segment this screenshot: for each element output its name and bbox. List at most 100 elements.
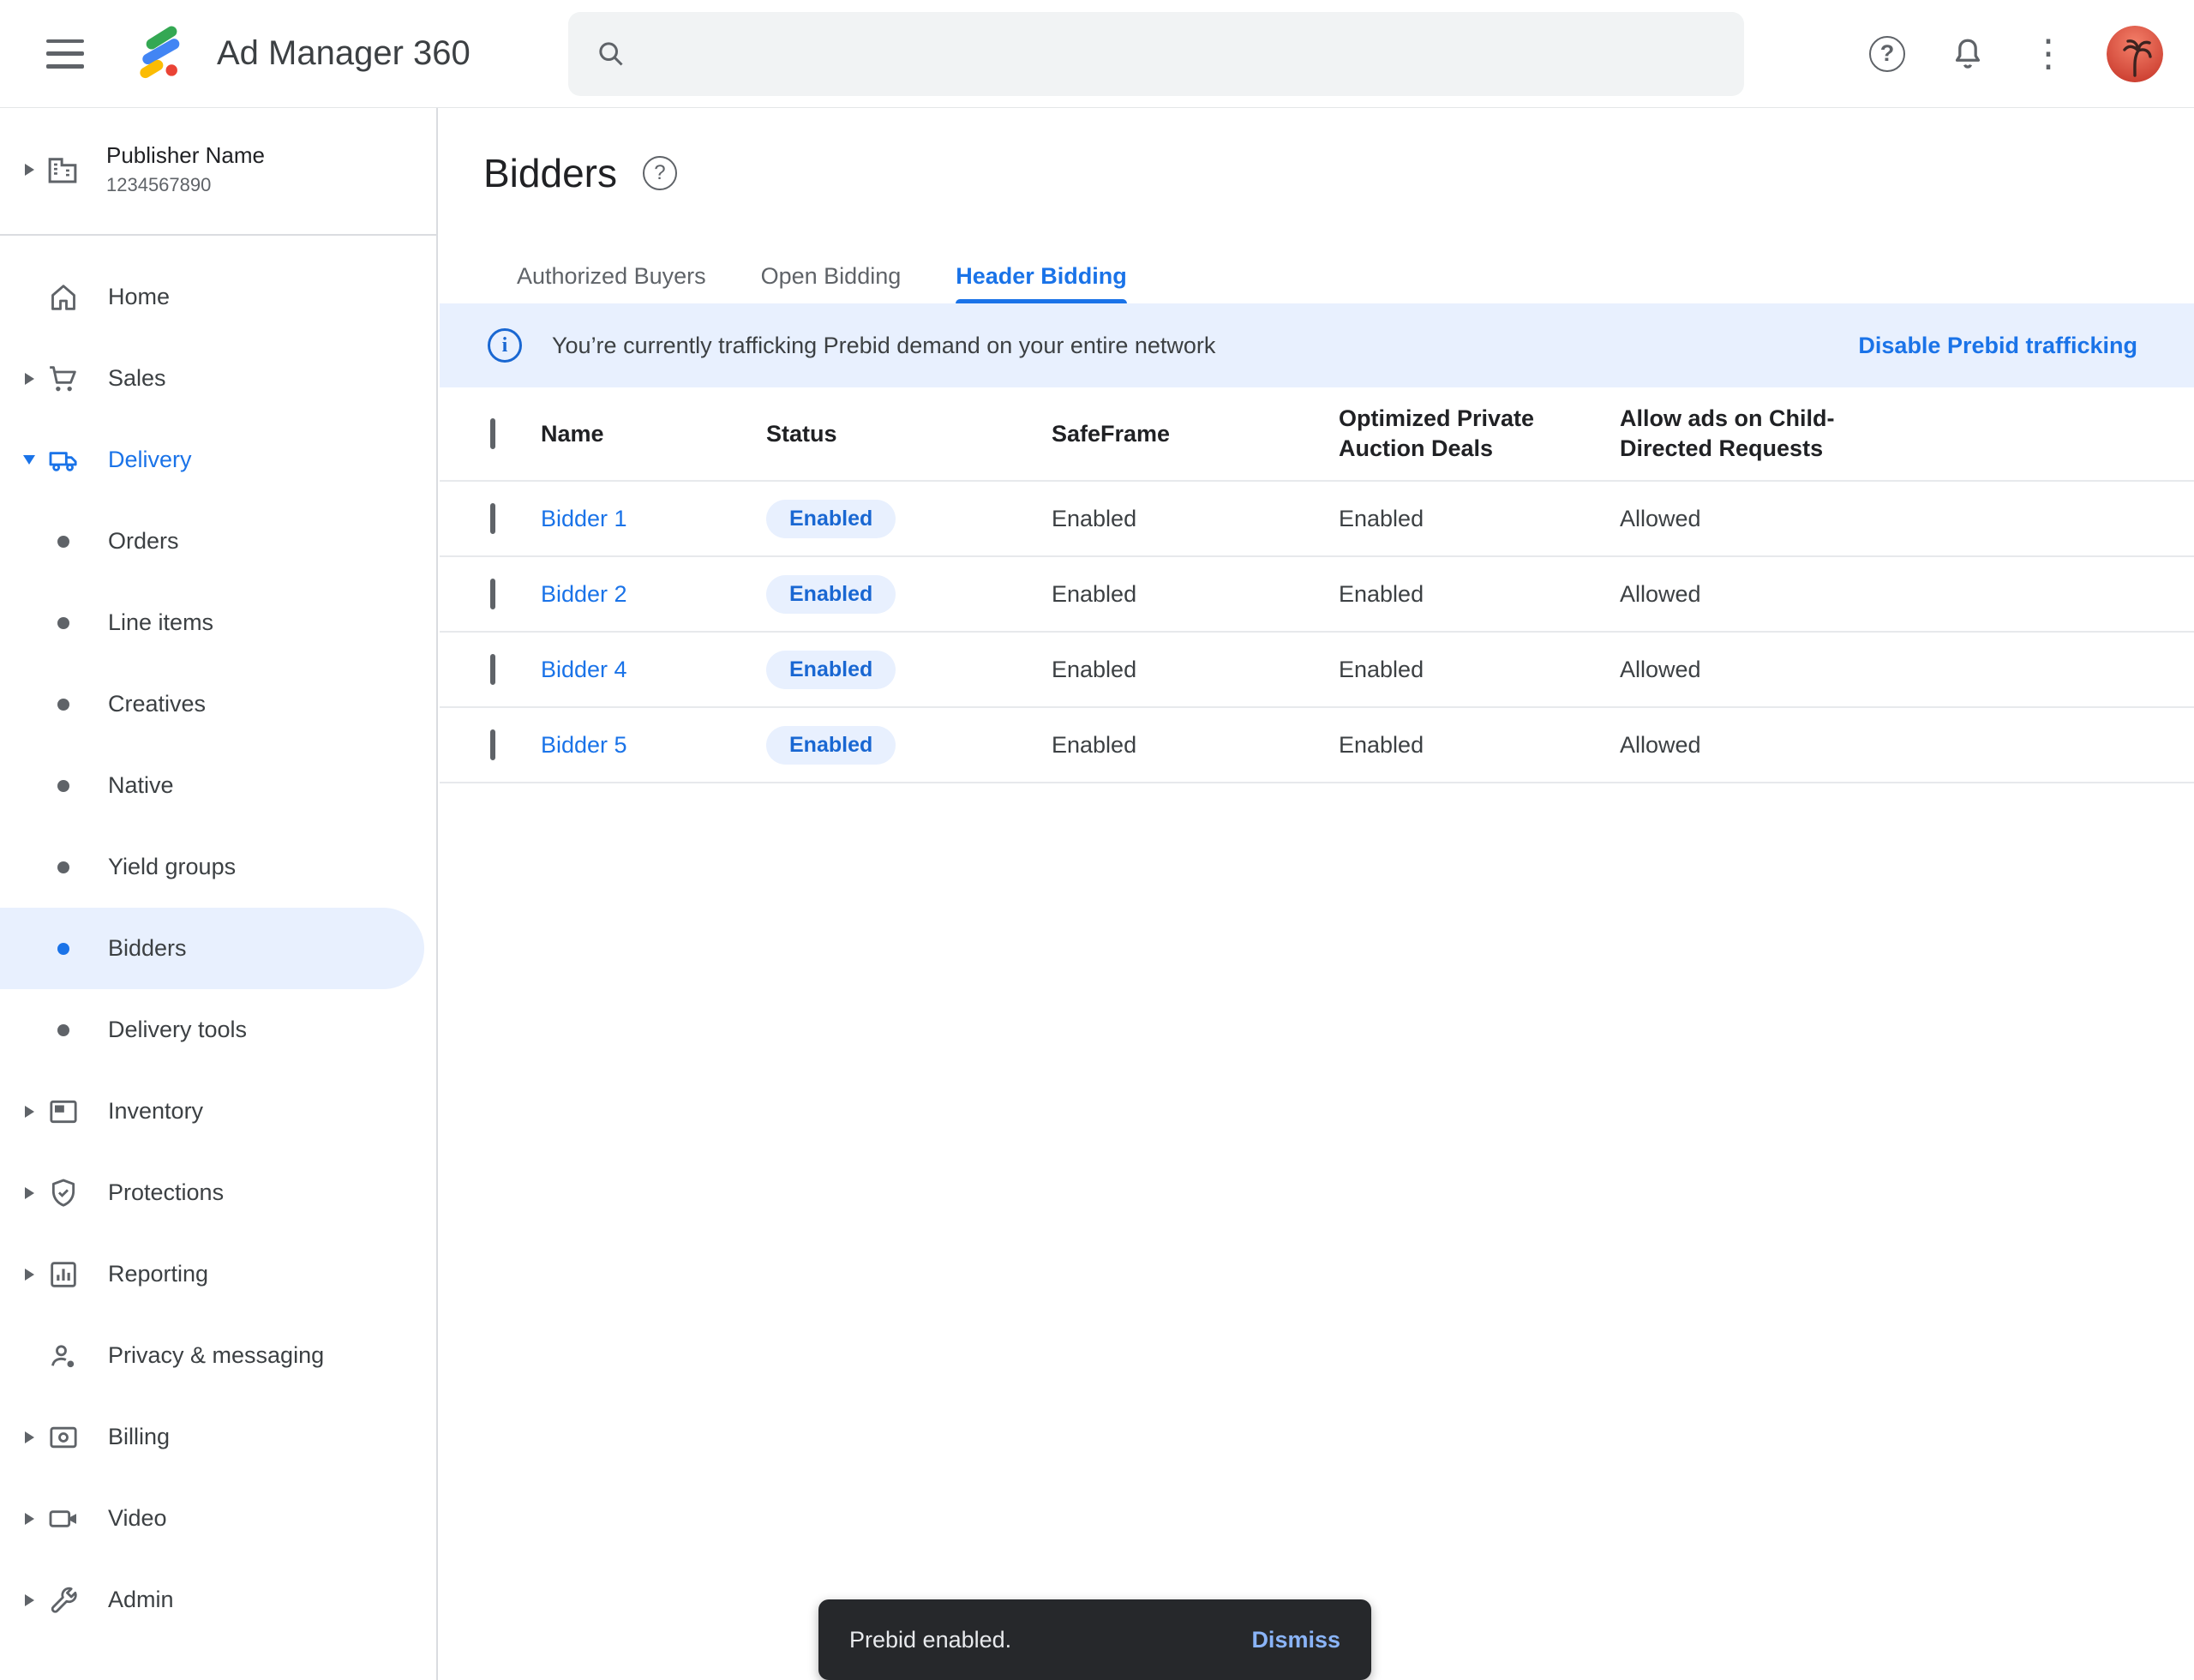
top-app-bar: Ad Manager 360 ? ⋮ [0, 0, 2194, 108]
sidebar: Publisher Name 1234567890 Home Sales [0, 108, 438, 1680]
topbar-actions: ? ⋮ [1865, 26, 2163, 82]
search-input[interactable] [649, 39, 1718, 69]
bidder-link[interactable]: Bidder 5 [541, 732, 766, 759]
publisher-id: 1234567890 [106, 174, 265, 196]
sidebar-item-native[interactable]: Native [0, 745, 436, 826]
person-badge-icon [46, 1339, 81, 1373]
status-badge: Enabled [766, 500, 896, 538]
col-opad: Optimized Private Auction Deals [1339, 404, 1604, 464]
sidebar-item-delivery[interactable]: Delivery [0, 419, 436, 501]
sidebar-item-privacy-messaging[interactable]: Privacy & messaging [0, 1315, 436, 1396]
safeframe-value: Enabled [1052, 506, 1339, 532]
ad-unit-icon [46, 1095, 81, 1129]
table-header-row: Name Status SafeFrame Optimized Private … [440, 387, 2194, 482]
nav-label: Bidders [108, 935, 187, 962]
safeframe-value: Enabled [1052, 732, 1339, 759]
help-button[interactable]: ? [1865, 32, 1909, 76]
prebid-info-banner: i You’re currently trafficking Prebid de… [440, 303, 2194, 387]
app-title: Ad Manager 360 [217, 34, 471, 73]
sidebar-item-protections[interactable]: Protections [0, 1152, 436, 1233]
nav-label: Home [108, 284, 170, 310]
sidebar-item-orders[interactable]: Orders [0, 501, 436, 582]
col-name: Name [541, 421, 766, 447]
info-icon: i [488, 328, 522, 363]
truck-icon [46, 443, 81, 477]
home-icon [46, 280, 81, 315]
nav-label: Native [108, 772, 174, 799]
opad-value: Enabled [1339, 506, 1620, 532]
sidebar-item-bidders[interactable]: Bidders [0, 908, 424, 989]
row-checkbox[interactable] [490, 503, 495, 534]
payment-icon [46, 1420, 81, 1455]
tab-authorized-buyers[interactable]: Authorized Buyers [517, 249, 706, 303]
bullet-icon [57, 617, 69, 629]
status-badge: Enabled [766, 575, 896, 614]
opad-value: Enabled [1339, 657, 1620, 683]
bullet-icon [57, 1024, 69, 1036]
tab-header-bidding[interactable]: Header Bidding [956, 249, 1127, 303]
avatar-image [2107, 26, 2163, 82]
bullet-icon [57, 861, 69, 873]
sidebar-item-yield-groups[interactable]: Yield groups [0, 826, 436, 908]
nav-label: Billing [108, 1424, 170, 1450]
row-checkbox[interactable] [490, 579, 495, 609]
safeframe-value: Enabled [1052, 657, 1339, 683]
col-child-directed: Allow ads on Child-Directed Requests [1620, 404, 1885, 464]
table-row: Bidder 4 Enabled Enabled Enabled Allowed [440, 633, 2194, 708]
sidebar-item-billing[interactable]: Billing [0, 1396, 436, 1478]
sidebar-nav: Home Sales Delivery [0, 236, 436, 1641]
sidebar-item-video[interactable]: Video [0, 1478, 436, 1559]
nav-label: Line items [108, 609, 213, 636]
publisher-switcher[interactable]: Publisher Name 1234567890 [0, 108, 436, 236]
search-icon [594, 37, 628, 71]
sidebar-item-creatives[interactable]: Creatives [0, 663, 436, 745]
bidder-link[interactable]: Bidder 2 [541, 581, 766, 608]
sidebar-item-reporting[interactable]: Reporting [0, 1233, 436, 1315]
notifications-button[interactable] [1945, 32, 1990, 76]
status-badge: Enabled [766, 726, 896, 765]
expand-icon [25, 1106, 34, 1118]
expand-icon [25, 373, 34, 385]
dismiss-button[interactable]: Dismiss [1251, 1627, 1340, 1653]
nav-label: Admin [108, 1587, 174, 1613]
nav-label: Orders [108, 528, 179, 555]
row-checkbox[interactable] [490, 729, 495, 760]
tab-open-bidding[interactable]: Open Bidding [761, 249, 902, 303]
nav-label: Inventory [108, 1098, 203, 1125]
collapse-icon [23, 455, 35, 465]
nav-label: Video [108, 1505, 167, 1532]
child-directed-value: Allowed [1620, 732, 2194, 759]
page-title: Bidders [483, 150, 617, 196]
page-help-icon[interactable]: ? [643, 156, 677, 190]
disable-prebid-link[interactable]: Disable Prebid trafficking [1858, 333, 2137, 359]
shield-icon [46, 1176, 81, 1210]
status-badge: Enabled [766, 651, 896, 689]
col-status: Status [766, 421, 1052, 447]
snackbar: Prebid enabled. Dismiss [818, 1599, 1371, 1680]
expand-icon [25, 1269, 34, 1281]
nav-label: Reporting [108, 1261, 208, 1287]
bidders-tabs: Authorized Buyers Open Bidding Header Bi… [440, 249, 2194, 303]
snackbar-message: Prebid enabled. [849, 1627, 1011, 1653]
sidebar-item-sales[interactable]: Sales [0, 338, 436, 419]
sidebar-item-delivery-tools[interactable]: Delivery tools [0, 989, 436, 1071]
sidebar-item-home[interactable]: Home [0, 256, 436, 338]
row-checkbox[interactable] [490, 654, 495, 685]
child-directed-value: Allowed [1620, 506, 2194, 532]
sidebar-item-inventory[interactable]: Inventory [0, 1071, 436, 1152]
table-row: Bidder 1 Enabled Enabled Enabled Allowed [440, 482, 2194, 557]
bullet-icon [57, 943, 69, 955]
publisher-name: Publisher Name [106, 142, 265, 169]
sidebar-item-admin[interactable]: Admin [0, 1559, 436, 1641]
main-content: Bidders ? Authorized Buyers Open Bidding… [440, 108, 2194, 1680]
nav-label: Yield groups [108, 854, 236, 880]
select-all-checkbox[interactable] [490, 418, 495, 449]
search-bar[interactable] [568, 12, 1744, 96]
more-options-button[interactable]: ⋮ [2026, 32, 2071, 76]
account-avatar[interactable] [2107, 26, 2163, 82]
bidder-link[interactable]: Bidder 4 [541, 657, 766, 683]
sidebar-item-line-items[interactable]: Line items [0, 582, 436, 663]
chart-icon [46, 1257, 81, 1292]
menu-icon[interactable] [46, 39, 84, 69]
bidder-link[interactable]: Bidder 1 [541, 506, 766, 532]
